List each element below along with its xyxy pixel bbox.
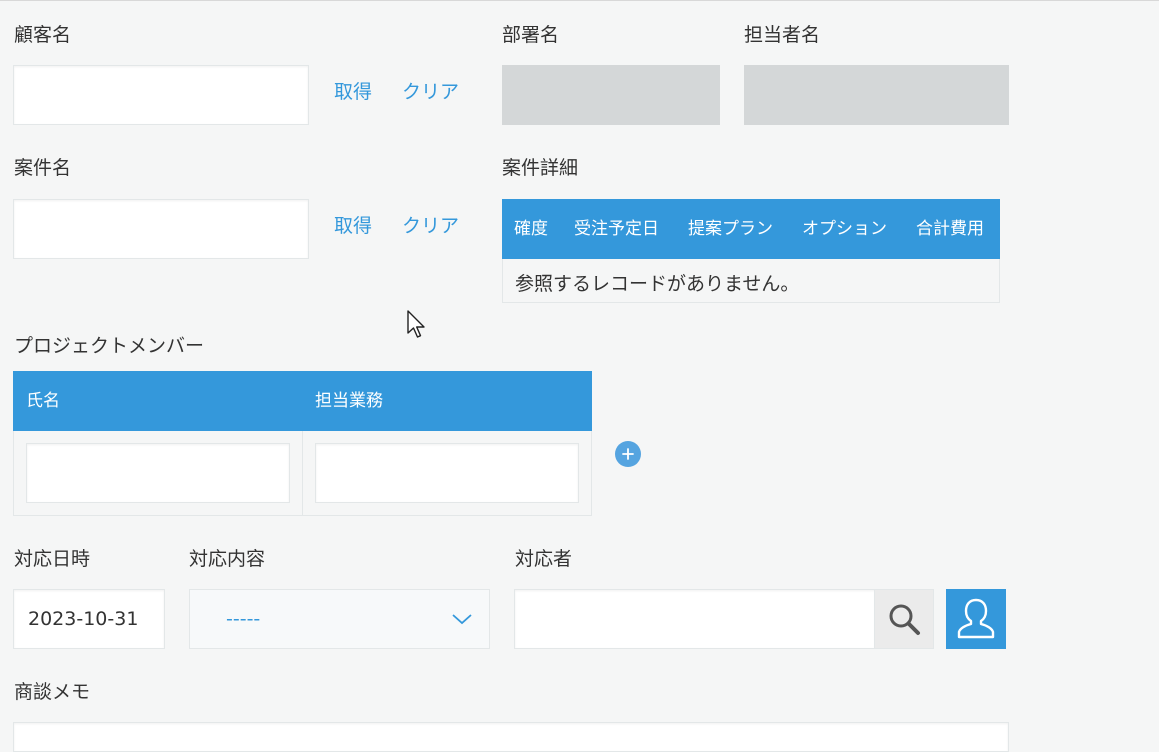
memo-textarea[interactable]	[13, 722, 1009, 752]
deal-label: 案件名	[14, 157, 72, 179]
empty-message: 参照するレコードがありません。	[515, 273, 800, 295]
column-header-duty: 担当業務	[315, 391, 383, 411]
search-button[interactable]	[874, 589, 934, 649]
project-members-label: プロジェクトメンバー	[14, 335, 205, 357]
department-field	[502, 65, 720, 125]
column-header: 受注予定日	[574, 219, 659, 239]
member-name-input[interactable]	[26, 443, 290, 503]
column-header: オプション	[802, 219, 887, 239]
user-icon	[957, 598, 995, 639]
department-label: 部署名	[502, 24, 560, 46]
project-members-header: 氏名 担当業務	[13, 371, 592, 431]
customer-clear-button[interactable]: クリア	[402, 83, 459, 102]
select-value: -----	[226, 608, 261, 630]
responder-label: 対応者	[515, 548, 573, 570]
response-content-select[interactable]: -----	[189, 589, 490, 649]
plus-icon	[622, 448, 634, 460]
mouse-cursor-icon	[407, 310, 425, 338]
response-datetime-label: 対応日時	[14, 548, 91, 570]
deal-fetch-button[interactable]: 取得	[334, 217, 372, 236]
project-members-row	[13, 431, 592, 516]
deal-clear-button[interactable]: クリア	[402, 217, 459, 236]
person-in-charge-field	[744, 65, 1009, 125]
member-duty-input[interactable]	[315, 443, 579, 503]
add-row-button[interactable]	[615, 441, 641, 467]
response-content-label: 対応内容	[189, 548, 266, 570]
customer-fetch-button[interactable]: 取得	[334, 83, 372, 102]
customer-input[interactable]	[13, 65, 309, 125]
customer-label: 顧客名	[14, 24, 72, 46]
chevron-down-icon	[452, 614, 472, 625]
column-header: 提案プラン	[688, 219, 773, 239]
deal-details-header: 確度 受注予定日 提案プラン オプション 合計費用	[502, 199, 1000, 259]
search-icon	[889, 604, 920, 635]
responder-input[interactable]	[514, 589, 876, 649]
column-header: 合計費用	[916, 219, 984, 239]
person-in-charge-label: 担当者名	[744, 24, 821, 46]
response-date-input[interactable]: 2023-10-31	[13, 589, 165, 649]
deal-input[interactable]	[13, 199, 309, 259]
column-header: 確度	[514, 219, 548, 239]
select-user-button[interactable]	[946, 589, 1006, 649]
deal-details-label: 案件詳細	[502, 157, 579, 179]
column-header-name: 氏名	[26, 391, 60, 411]
column-divider	[302, 431, 303, 515]
memo-label: 商談メモ	[14, 681, 91, 703]
deal-details-empty-row: 参照するレコードがありません。	[502, 259, 1000, 303]
